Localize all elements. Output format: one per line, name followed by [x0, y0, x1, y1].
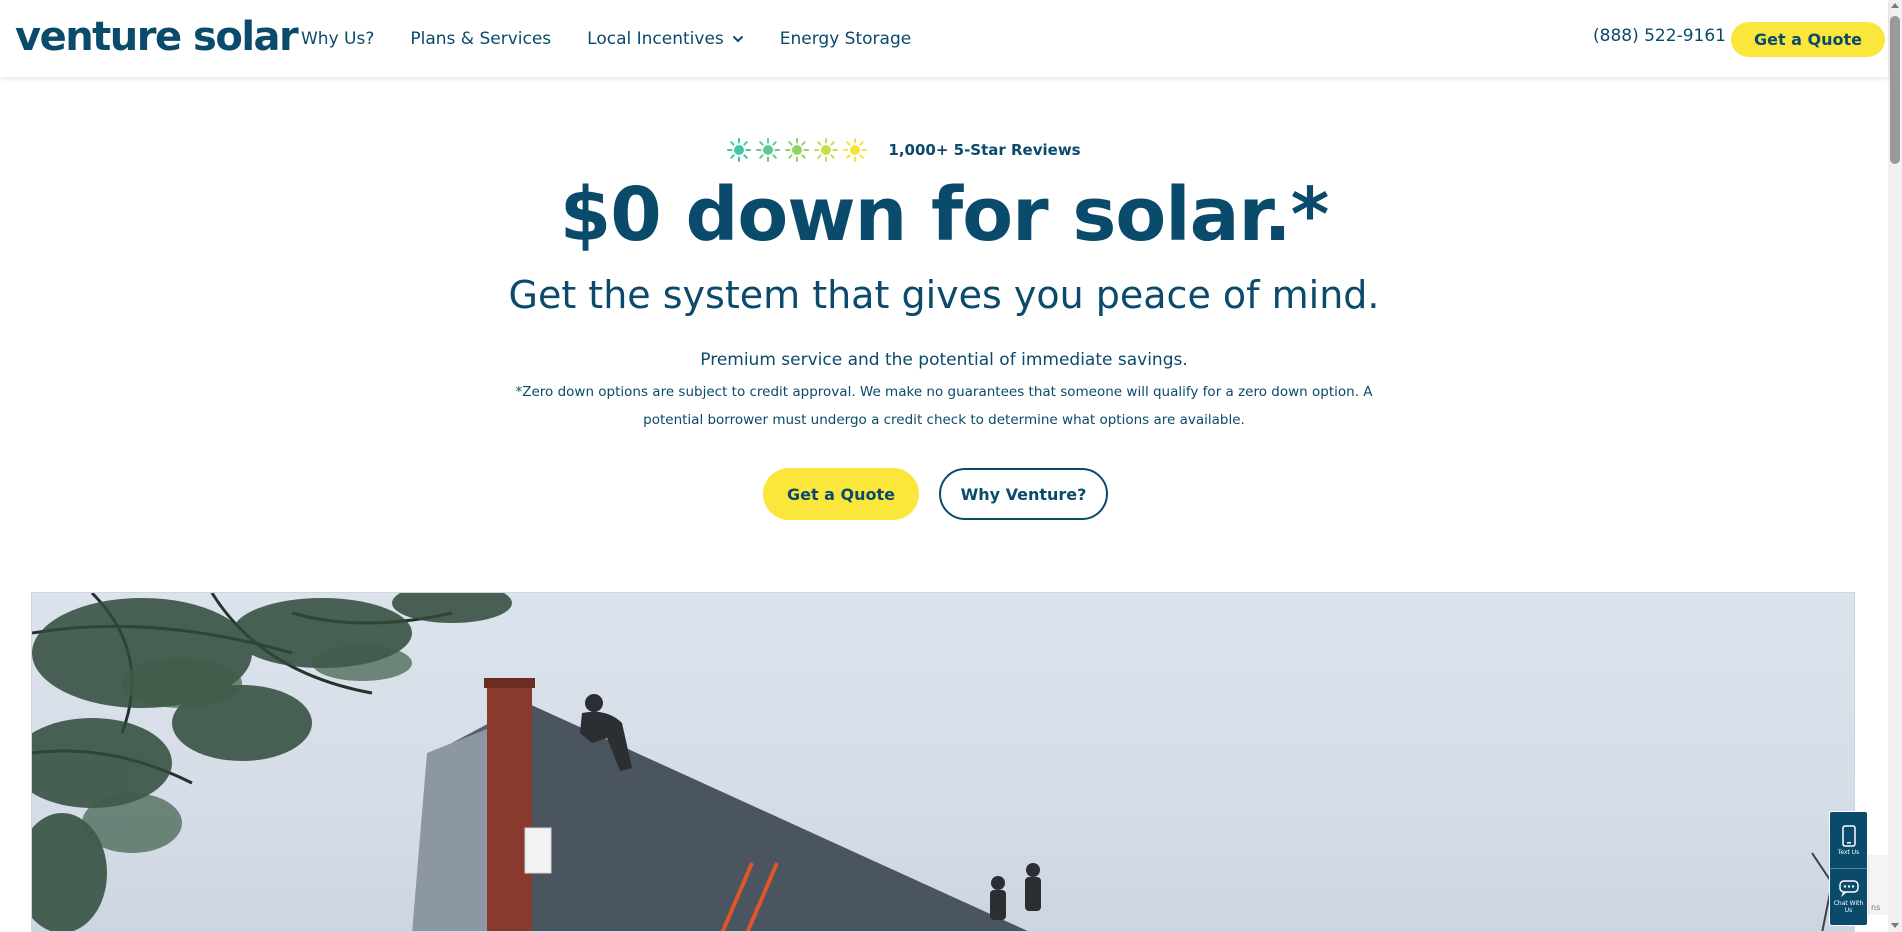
- hero-headline: $0 down for solar.*: [559, 172, 1330, 258]
- recaptcha-badge: ns: [1868, 855, 1888, 915]
- header-get-quote-button[interactable]: Get a Quote: [1731, 22, 1885, 57]
- why-venture-button[interactable]: Why Venture?: [939, 468, 1108, 520]
- hero-photo-illustration: [32, 593, 1848, 931]
- sun-icon: [785, 138, 810, 162]
- nav-local-incentives[interactable]: Local Incentives: [587, 29, 744, 49]
- hero-tagline: Premium service and the potential of imm…: [700, 350, 1188, 370]
- page-scrollbar[interactable]: [1888, 0, 1902, 932]
- nav-label: Local Incentives: [587, 28, 724, 49]
- credit-disclaimer: *Zero down options are subject to credit…: [515, 384, 1373, 428]
- main-nav: Why Us? Plans & Services Local Incentive…: [301, 0, 947, 77]
- reviews-row: 1,000+ 5-Star Reviews: [0, 138, 1888, 162]
- nav-label: Energy Storage: [779, 28, 912, 49]
- sun-icon: [843, 138, 868, 162]
- hero-photo-roof-installers: [31, 592, 1855, 932]
- phone-icon: [1841, 824, 1856, 847]
- hero-subheadline: Get the system that gives you peace of m…: [508, 273, 1380, 317]
- chevron-down-icon: [732, 35, 743, 42]
- site-header: venture solar Why Us? Plans & Services L…: [0, 0, 1888, 77]
- chat-label: Chat With Us: [1833, 899, 1864, 914]
- scroll-up-arrow-icon[interactable]: [1891, 3, 1899, 8]
- reviews-count: 1,000+ 5-Star Reviews: [888, 141, 1081, 159]
- scrollbar-thumb[interactable]: [1890, 16, 1900, 164]
- get-quote-button[interactable]: Get a Quote: [763, 468, 919, 520]
- phone-link[interactable]: (888) 522-9161: [1593, 26, 1726, 46]
- nav-label: Why Us?: [301, 28, 375, 49]
- text-us-label: Text Us: [1837, 848, 1860, 856]
- nav-why-us[interactable]: Why Us?: [301, 29, 374, 49]
- nav-plans-services[interactable]: Plans & Services: [410, 29, 551, 49]
- chat-bubble-icon: [1838, 879, 1859, 897]
- text-us-button[interactable]: Text Us: [1830, 812, 1867, 868]
- rating-suns: [727, 138, 872, 162]
- logo[interactable]: venture solar: [15, 14, 299, 60]
- contact-widget: Text Us Chat With Us: [1829, 811, 1868, 926]
- chat-with-us-button[interactable]: Chat With Us: [1830, 868, 1867, 924]
- scroll-down-arrow-icon[interactable]: [1891, 923, 1899, 928]
- sun-icon: [756, 138, 781, 162]
- nav-label: Plans & Services: [410, 28, 552, 49]
- sun-icon: [814, 138, 839, 162]
- sun-icon: [727, 138, 752, 162]
- nav-energy-storage[interactable]: Energy Storage: [780, 29, 911, 49]
